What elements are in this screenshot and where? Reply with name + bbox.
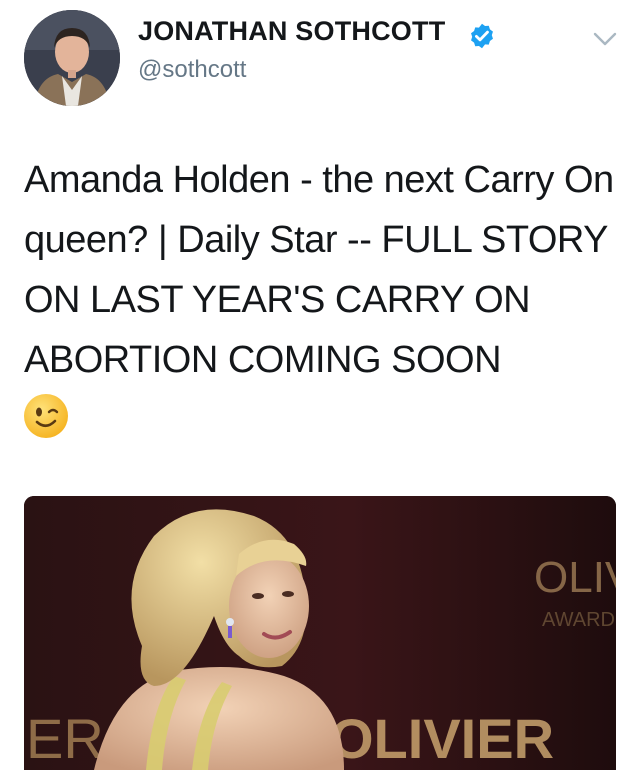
tweet-header: JONATHAN SOTHCOTT @sothcott xyxy=(0,0,640,110)
tweet-media-photo[interactable]: ER OLIVIER OLIV AWARD xyxy=(24,496,616,770)
backdrop-text-left: ER xyxy=(26,707,104,770)
winking-face-icon xyxy=(24,394,68,438)
avatar[interactable] xyxy=(24,10,120,106)
author-names: JONATHAN SOTHCOTT @sothcott xyxy=(138,14,493,86)
backdrop-text-right-sub: AWARD xyxy=(542,609,615,631)
photo-amanda-holden: ER OLIVIER OLIV AWARD xyxy=(24,496,616,770)
display-name[interactable]: JONATHAN SOTHCOTT xyxy=(138,14,445,48)
backdrop-text-center: OLIVIER xyxy=(330,707,554,770)
verified-badge-icon xyxy=(471,23,493,49)
chevron-down-icon[interactable] xyxy=(592,30,618,48)
tweet-text: Amanda Holden - the next Carry On queen?… xyxy=(24,159,614,381)
profile-photo-icon xyxy=(24,10,120,106)
user-handle[interactable]: @sothcott xyxy=(138,54,445,86)
backdrop-text-right: OLIV xyxy=(534,553,616,602)
